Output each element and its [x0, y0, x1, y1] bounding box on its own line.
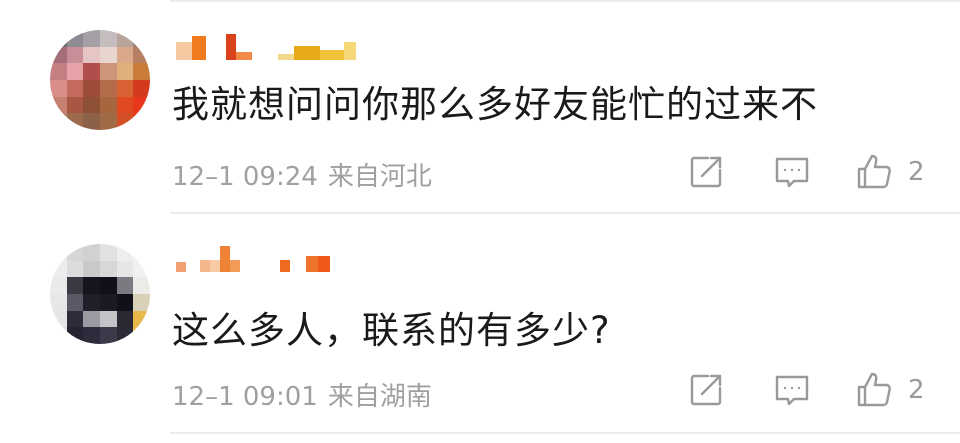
- comment-actions: 2: [686, 368, 936, 412]
- user-avatar[interactable]: [50, 30, 150, 130]
- comment-meta: 12–1 09:01 来自湖南: [172, 376, 432, 413]
- thumbs-up-icon: [857, 372, 891, 407]
- comment-meta: 12–1 09:24 来自河北: [172, 156, 432, 193]
- username-pixelated-icon[interactable]: [176, 244, 330, 272]
- share-button[interactable]: [686, 368, 726, 412]
- like-button[interactable]: 2: [854, 368, 925, 412]
- top-divider: [170, 0, 960, 2]
- comment-text: 我就想问问你那么多好友能忙的过来不: [172, 83, 818, 126]
- comment-item: 这么多人，联系的有多少? 12–1 09:01 来自湖南 2: [0, 222, 960, 432]
- comment-icon: [775, 375, 809, 406]
- reply-button[interactable]: [772, 150, 812, 194]
- like-count: 2: [908, 157, 925, 187]
- comment-time: 12–1 09:01: [172, 382, 318, 412]
- reply-button[interactable]: [772, 368, 812, 412]
- comment-icon: [775, 157, 809, 188]
- share-button[interactable]: [686, 150, 726, 194]
- user-avatar[interactable]: [50, 244, 150, 344]
- share-icon: [690, 374, 722, 406]
- username-pixelated-icon[interactable]: [176, 32, 356, 60]
- comment-time: 12–1 09:24: [172, 162, 318, 192]
- comment-item: 我就想问问你那么多好友能忙的过来不 12–1 09:24 来自河北 2: [0, 8, 960, 218]
- comment-location: 来自湖南: [327, 382, 432, 412]
- like-count: 2: [908, 375, 925, 405]
- share-icon: [690, 156, 722, 188]
- comment-text: 这么多人，联系的有多少?: [172, 309, 611, 352]
- like-button[interactable]: 2: [854, 150, 925, 194]
- comment-location: 来自河北: [327, 162, 432, 192]
- comment-divider: [170, 432, 960, 434]
- comment-list-page: 我就想问问你那么多好友能忙的过来不 12–1 09:24 来自河北 2 这么多人…: [0, 0, 960, 443]
- thumbs-up-icon: [857, 154, 891, 189]
- comment-divider: [170, 212, 960, 214]
- comment-actions: 2: [686, 150, 936, 194]
